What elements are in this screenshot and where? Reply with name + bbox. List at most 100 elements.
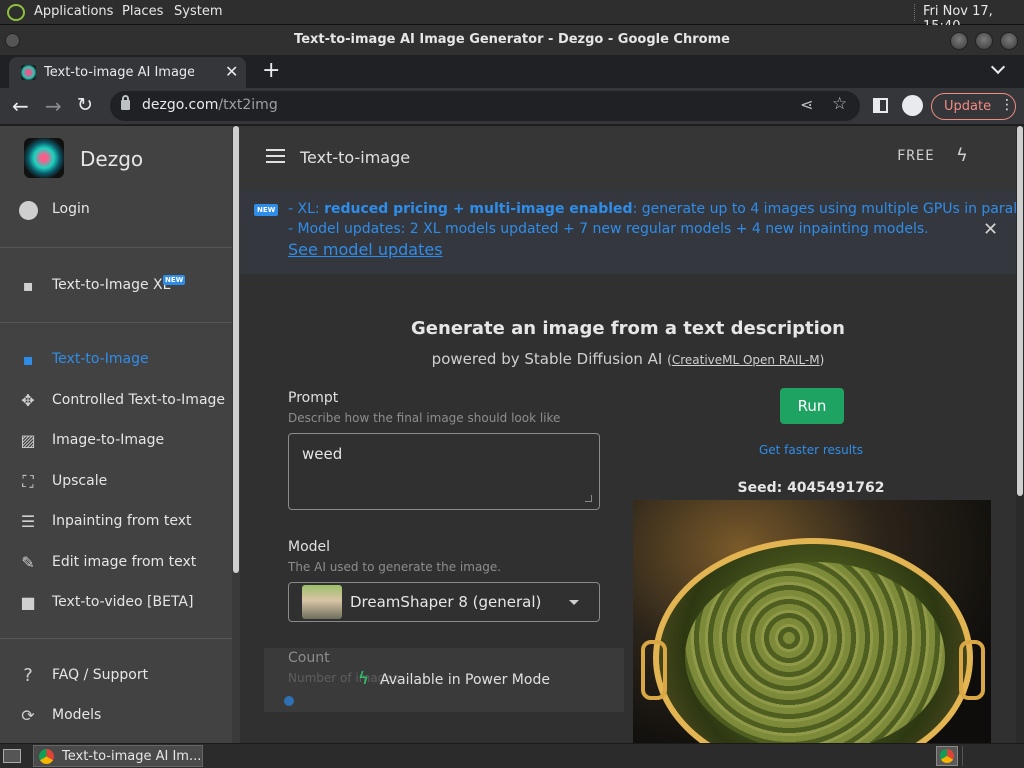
main-content: Text-to-image FREE ϟ NEW - XL: reduced p… xyxy=(240,126,1024,743)
maximize-button[interactable] xyxy=(975,32,993,50)
question-icon: ? xyxy=(23,665,33,686)
update-button[interactable]: Update ⋮ xyxy=(931,93,1016,120)
page-scrollbar[interactable] xyxy=(1016,126,1024,743)
sidebar-item-faq-support[interactable]: ? FAQ / Support xyxy=(0,656,232,696)
image-icon: ▨ xyxy=(20,431,36,450)
browser-tab[interactable]: Text-to-image AI Image Gener ✕ xyxy=(9,57,246,88)
sidebar-item-inpainting-from-text[interactable]: ☰ Inpainting from text xyxy=(0,502,232,542)
show-desktop-icon[interactable] xyxy=(3,749,21,763)
sidebar-item-label: Login xyxy=(52,201,90,217)
tier-label[interactable]: FREE xyxy=(897,148,935,164)
sidebar-item-label: Controlled Text-to-Image xyxy=(52,391,226,408)
sidebar-scroll-thumb[interactable] xyxy=(233,126,239,573)
license-close: ) xyxy=(819,353,825,367)
minimize-button[interactable] xyxy=(950,32,968,50)
prompt-value: weed xyxy=(302,445,343,463)
buds-texture xyxy=(685,562,945,743)
tab-title: Text-to-image AI Image Gener xyxy=(44,65,194,80)
get-faster-results-link[interactable]: Get faster results xyxy=(633,443,989,457)
run-button[interactable]: Run xyxy=(780,388,844,424)
announcement-banner: NEW - XL: reduced pricing + multi-image … xyxy=(240,190,1024,274)
chat-bubble-icon: ▪ xyxy=(22,276,34,295)
page-scroll-thumb[interactable] xyxy=(1017,126,1023,496)
back-arrow-icon[interactable]: ← xyxy=(12,94,29,118)
chrome-icon xyxy=(39,749,54,764)
powered-by-text: powered by Stable Diffusion AI xyxy=(431,350,663,368)
panel-separator xyxy=(914,4,916,21)
url-host: dezgo.com xyxy=(142,97,219,113)
share-icon[interactable]: ⋖ xyxy=(800,95,813,114)
close-banner-icon[interactable]: ✕ xyxy=(983,219,998,240)
workspace-2[interactable] xyxy=(962,746,984,766)
dezgo-logo-icon[interactable] xyxy=(24,138,64,178)
edit-list-icon: ✎ xyxy=(21,552,35,572)
address-bar[interactable]: dezgo.com/txt2img ⋖ ☆ xyxy=(110,91,860,121)
taskbar-window-button[interactable]: Text-to-image AI Im... xyxy=(33,745,203,767)
model-label: Model xyxy=(288,539,331,555)
tab-close-icon[interactable]: ✕ xyxy=(225,62,238,81)
sidebar-item-label: Inpainting from text xyxy=(52,513,192,529)
new-tab-button[interactable]: + xyxy=(262,58,280,83)
sidebar-item-controlled-text-to-image[interactable]: ✥ Controlled Text-to-Image xyxy=(0,381,232,421)
app-bar: Text-to-image FREE ϟ xyxy=(240,126,1016,190)
videocam-icon: ■ xyxy=(20,593,36,612)
places-menu[interactable]: Places xyxy=(122,4,163,19)
hero-subtitle: powered by Stable Diffusion AI (Creative… xyxy=(240,350,1016,368)
dropdown-arrow-icon xyxy=(569,600,579,605)
window-title: Text-to-image AI Image Generator - Dezgo… xyxy=(294,32,730,47)
generated-image[interactable] xyxy=(633,500,991,743)
dezgo-favicon-icon xyxy=(21,65,36,80)
count-slider-thumb[interactable] xyxy=(284,696,294,706)
power-mode-label[interactable]: Available in Power Mode xyxy=(380,672,550,688)
sidebar-item-label: Upscale xyxy=(52,472,108,489)
bookmark-star-icon[interactable]: ☆ xyxy=(832,94,847,114)
banner-line-2: - Model updates: 2 XL models updated + 7… xyxy=(288,221,929,237)
system-menu[interactable]: System xyxy=(174,4,222,19)
count-label: Count xyxy=(288,650,330,666)
sidebar-divider xyxy=(0,322,232,323)
wrap-text-icon: ☰ xyxy=(20,512,36,531)
license-paren: (CreativeML Open RAIL-M) xyxy=(667,353,824,367)
model-selected-value: DreamShaper 8 (general) xyxy=(350,593,542,611)
bottom-taskbar: Text-to-image AI Im... xyxy=(0,743,1024,768)
sidebar-item-label: Models xyxy=(52,707,102,723)
gnome-foot-icon[interactable] xyxy=(7,4,25,21)
see-model-updates-link[interactable]: See model updates xyxy=(288,240,443,259)
brand-name[interactable]: Dezgo xyxy=(80,147,143,171)
more-vert-icon: ⋮ xyxy=(1000,97,1014,113)
side-panel-icon[interactable] xyxy=(873,98,888,113)
sidebar-item-label: Text-to-Image XL xyxy=(52,277,171,293)
top-panel: Applications Places System Fri Nov 17, 1… xyxy=(0,0,1024,34)
bowl-handle-left xyxy=(641,640,667,700)
sidebar-scrollbar[interactable] xyxy=(232,126,240,743)
lightning-icon[interactable]: ϟ xyxy=(956,145,968,166)
reload-icon[interactable]: ↻ xyxy=(77,94,93,116)
new-badge: NEW xyxy=(254,204,279,216)
sidebar-item-label: Text-to-Image xyxy=(52,351,149,367)
forward-arrow-icon[interactable]: → xyxy=(45,94,62,118)
model-select[interactable]: DreamShaper 8 (general) xyxy=(288,582,600,622)
lightning-icon: ϟ xyxy=(358,669,370,689)
sidebar-item-text-to-video-beta[interactable]: ■ Text-to-video [BETA] xyxy=(0,583,232,623)
sidebar-item-text-to-image-xl[interactable]: ▪ Text-to-Image XL NEW xyxy=(0,266,232,306)
sidebar-item-upscale[interactable]: ⛶ Upscale xyxy=(0,462,232,502)
move-arrows-icon: ✥ xyxy=(21,390,35,410)
close-window-button[interactable] xyxy=(1000,32,1018,50)
run-label: Run xyxy=(797,397,827,415)
applications-menu[interactable]: Applications xyxy=(34,4,113,19)
banner-line-1: - XL: reduced pricing + multi-image enab… xyxy=(288,201,1024,217)
sidebar-item-models[interactable]: ⟳ Models xyxy=(0,696,232,736)
sidebar-item-label: FAQ / Support xyxy=(52,667,149,683)
hero-heading: Generate an image from a text descriptio… xyxy=(411,318,845,339)
window-titlebar: Text-to-image AI Image Generator - Dezgo… xyxy=(0,25,1024,55)
resize-handle-icon[interactable] xyxy=(585,495,592,502)
lock-shackle xyxy=(122,95,129,102)
license-link[interactable]: CreativeML Open RAIL-M xyxy=(672,353,820,367)
page-title: Text-to-image xyxy=(300,148,411,167)
sidebar-item-edit-image-from-text[interactable]: ✎ Edit image from text xyxy=(0,543,232,583)
sidebar-item-login[interactable]: Login xyxy=(0,190,232,230)
profile-avatar-icon[interactable] xyxy=(902,95,923,116)
prompt-textarea[interactable]: weed xyxy=(288,433,600,510)
sidebar-item-image-to-image[interactable]: ▨ Image-to-Image xyxy=(0,421,232,461)
sidebar-item-text-to-image[interactable]: ▪ Text-to-Image xyxy=(0,340,232,380)
